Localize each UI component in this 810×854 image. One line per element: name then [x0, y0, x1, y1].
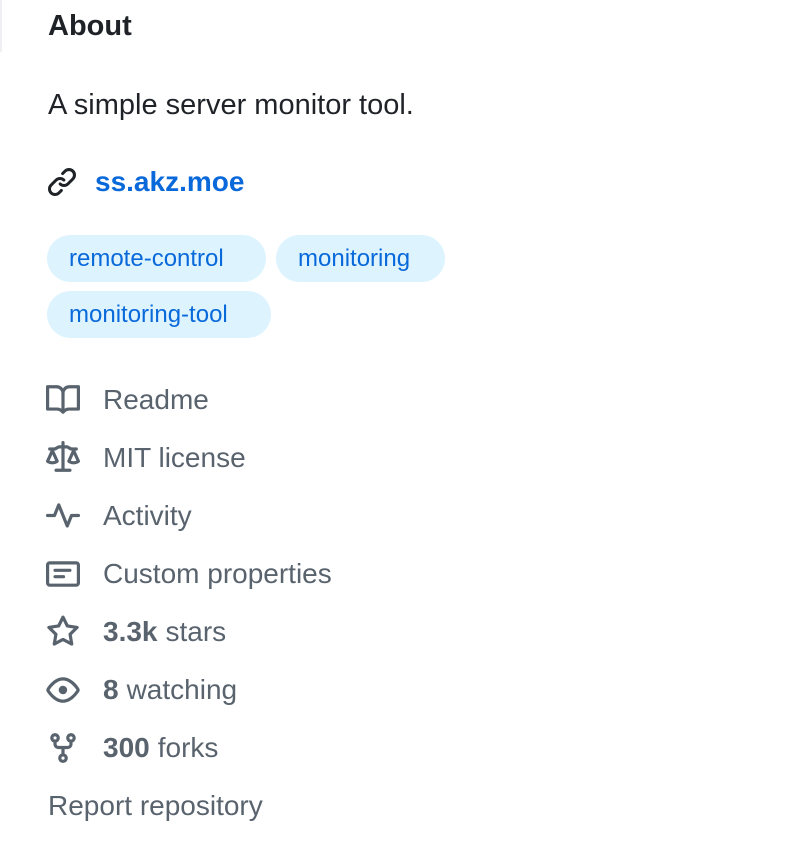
about-sidebar: About A simple server monitor tool. ss.a…: [0, 0, 810, 854]
topic-tag[interactable]: remote-control: [47, 235, 266, 282]
scale-icon: [46, 441, 80, 475]
stars-label: stars: [165, 616, 227, 647]
star-icon: [46, 615, 80, 649]
homepage-link-row: ss.akz.moe: [46, 162, 244, 202]
custom-properties-label: Custom properties: [103, 558, 332, 589]
activity-link[interactable]: Activity: [46, 496, 192, 536]
watching-count: 8: [103, 674, 119, 705]
about-heading: About: [48, 10, 132, 42]
license-link[interactable]: MIT license: [46, 438, 246, 478]
stars-link[interactable]: 3.3k stars: [46, 612, 226, 652]
fork-icon: [46, 731, 80, 765]
watchers-link[interactable]: 8 watching: [46, 670, 237, 710]
link-icon: [46, 166, 78, 198]
custom-properties-link[interactable]: Custom properties: [46, 554, 332, 594]
readme-label: Readme: [103, 384, 209, 415]
note-icon: [46, 557, 80, 591]
topic-tag[interactable]: monitoring: [276, 235, 445, 282]
forks-count: 300: [103, 732, 150, 763]
divider: [0, 0, 2, 52]
report-repository-link[interactable]: Report repository: [48, 786, 263, 826]
eye-icon: [46, 673, 80, 707]
topic-tag[interactable]: monitoring-tool: [47, 291, 271, 338]
forks-label: forks: [157, 732, 219, 763]
watching-label: watching: [126, 674, 238, 705]
readme-link[interactable]: Readme: [46, 380, 209, 420]
stars-count: 3.3k: [103, 616, 158, 647]
book-icon: [46, 383, 80, 417]
homepage-link[interactable]: ss.akz.moe: [95, 162, 244, 202]
license-label: MIT license: [103, 442, 246, 473]
activity-label: Activity: [103, 500, 192, 531]
forks-link[interactable]: 300 forks: [46, 728, 218, 768]
pulse-icon: [46, 499, 80, 533]
repo-description: A simple server monitor tool.: [48, 89, 414, 121]
